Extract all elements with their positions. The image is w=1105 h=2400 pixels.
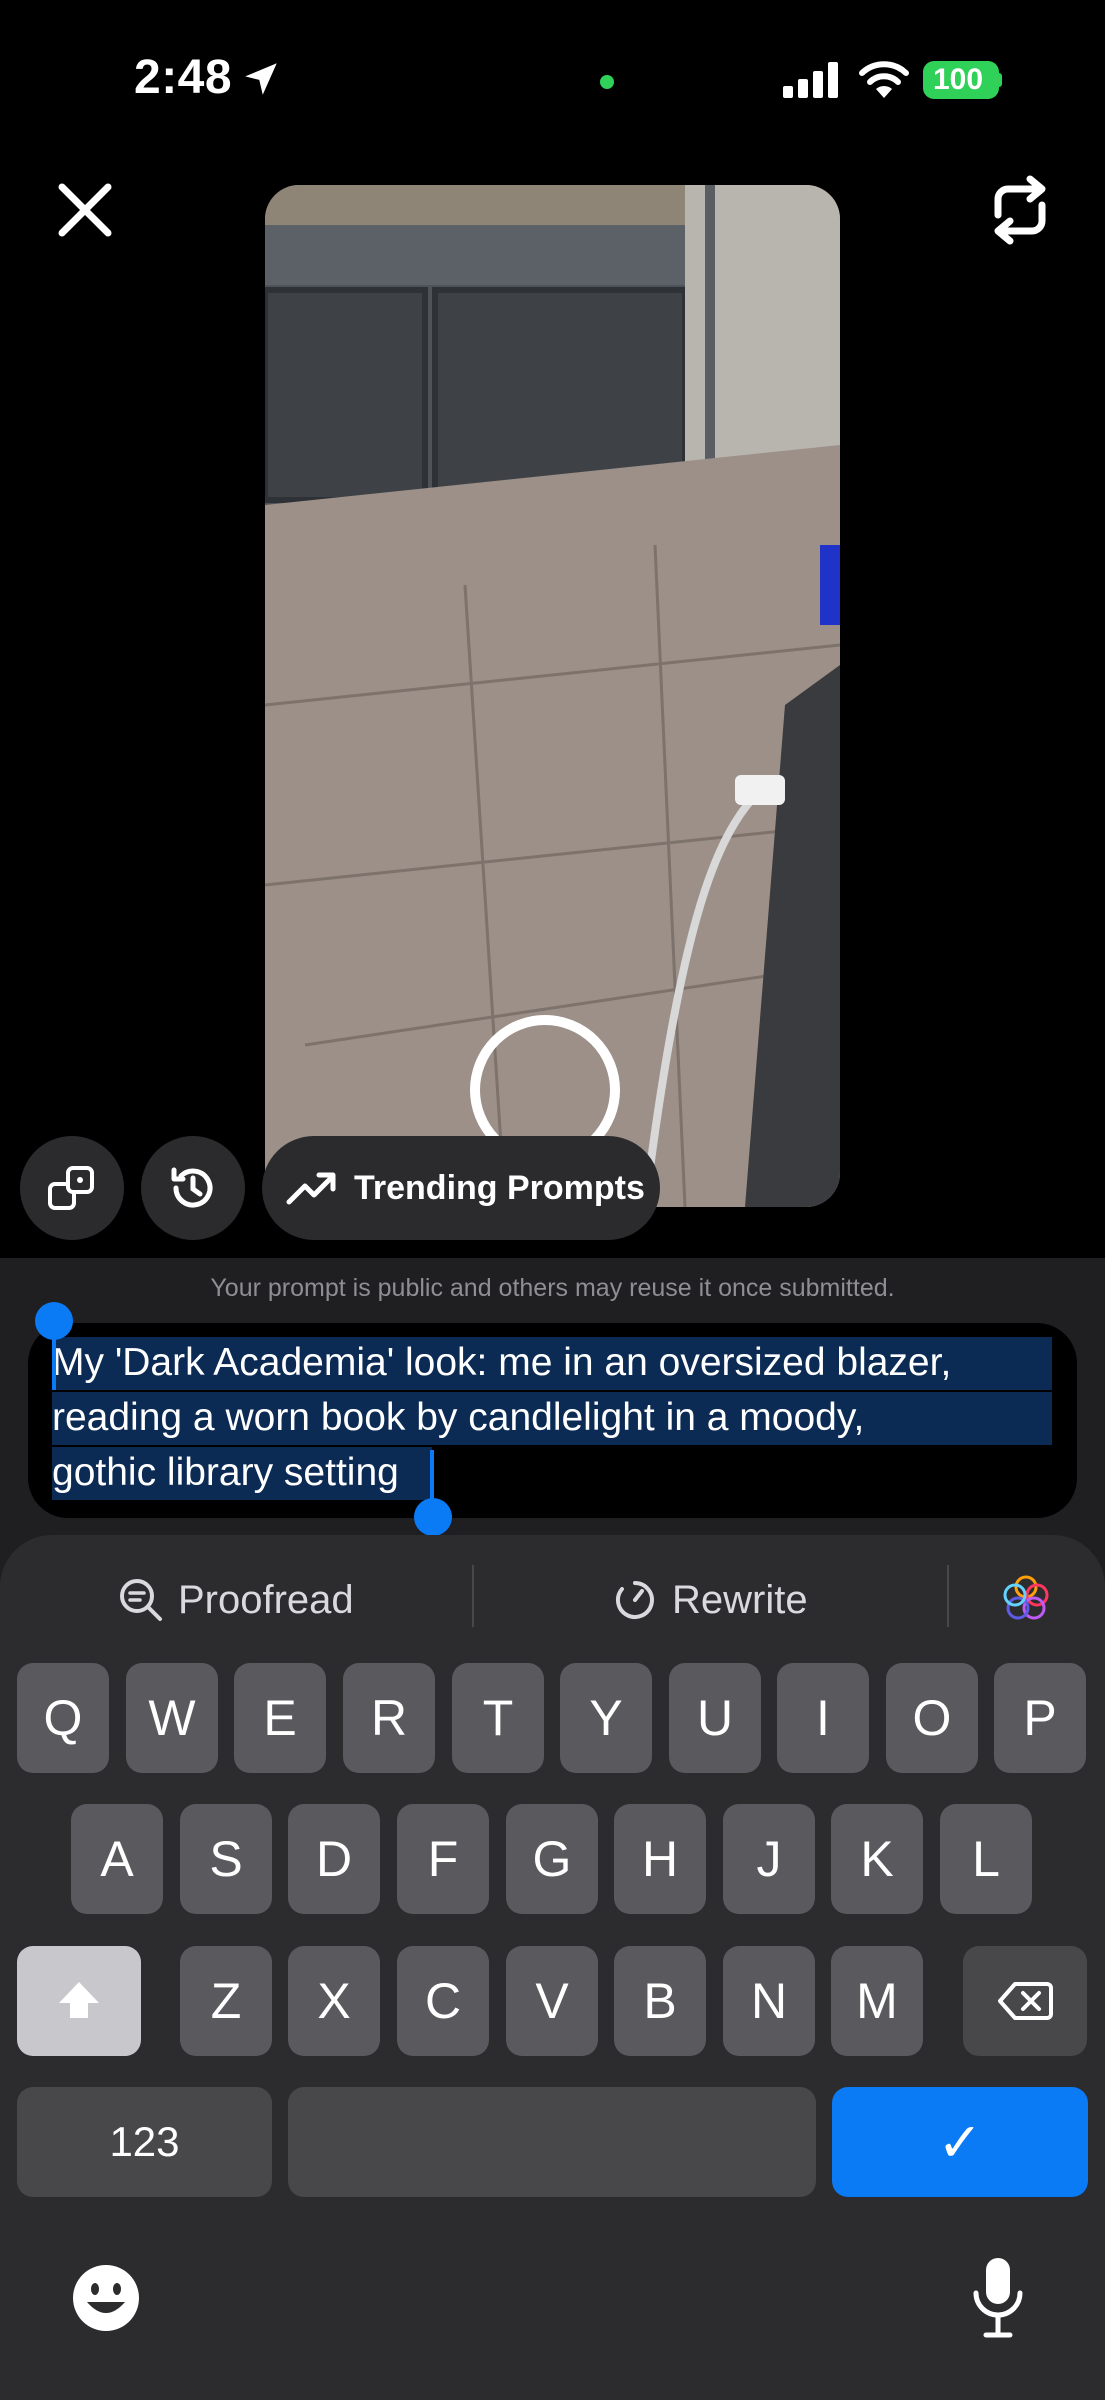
key-d[interactable]: D: [288, 1804, 380, 1914]
key-h[interactable]: H: [614, 1804, 706, 1914]
key-q[interactable]: Q: [17, 1663, 109, 1773]
cellular-signal-icon: [783, 62, 838, 98]
prompt-line: gothic library setting: [52, 1451, 399, 1494]
key-x[interactable]: X: [288, 1946, 380, 2056]
delete-backspace-icon: [998, 1982, 1053, 2020]
key-a[interactable]: A: [71, 1804, 163, 1914]
key-s[interactable]: S: [180, 1804, 272, 1914]
trending-up-icon: [286, 1172, 336, 1205]
prompt-line: My 'Dark Academia' look: me in an oversi…: [52, 1341, 952, 1384]
key-y[interactable]: Y: [560, 1663, 652, 1773]
rewrite-label: Rewrite: [672, 1577, 808, 1622]
key-f[interactable]: F: [397, 1804, 489, 1914]
key-t[interactable]: T: [452, 1663, 544, 1773]
shift-key[interactable]: [17, 1946, 141, 2056]
status-time: 2:48: [134, 51, 233, 104]
key-c[interactable]: C: [397, 1946, 489, 2056]
key-u[interactable]: U: [669, 1663, 761, 1773]
space-key[interactable]: [288, 2087, 816, 2197]
key-z[interactable]: Z: [180, 1946, 272, 2056]
writing-tools-icon[interactable]: [1000, 1573, 1052, 1625]
shift-arrow-icon: [59, 1982, 99, 2018]
key-l[interactable]: L: [940, 1804, 1032, 1914]
location-arrow-icon: [245, 63, 277, 95]
key-b[interactable]: B: [614, 1946, 706, 2056]
camera-in-use-indicator: [600, 75, 614, 89]
selection-start-bar: [52, 1335, 56, 1390]
layers-icon: [48, 1166, 94, 1210]
history-icon: [171, 1167, 213, 1208]
rewrite-button[interactable]: Rewrite: [612, 1565, 808, 1635]
key-v[interactable]: V: [506, 1946, 598, 2056]
key-o[interactable]: O: [886, 1663, 978, 1773]
public-prompt-notice: Your prompt is public and others may reu…: [210, 1274, 895, 1302]
proofread-button[interactable]: Proofread: [118, 1565, 354, 1635]
proofread-icon: [120, 1579, 162, 1621]
key-m[interactable]: M: [831, 1946, 923, 2056]
key-i[interactable]: I: [777, 1663, 869, 1773]
key-e[interactable]: E: [234, 1663, 326, 1773]
prompt-text[interactable]: My 'Dark Academia' look: me in an oversi…: [52, 1335, 1062, 1500]
battery-level: 100: [932, 63, 984, 96]
prompt-line: reading a worn book by candlelight in a …: [52, 1396, 865, 1439]
rewrite-icon: [616, 1581, 654, 1619]
selection-end-handle[interactable]: [414, 1498, 452, 1536]
selection-end-bar: [430, 1450, 434, 1505]
key-n[interactable]: N: [723, 1946, 815, 2056]
close-button[interactable]: [50, 175, 120, 245]
delete-key[interactable]: [963, 1946, 1087, 2056]
tool-divider: [947, 1565, 949, 1627]
key-k[interactable]: K: [831, 1804, 923, 1914]
done-key[interactable]: ✓: [832, 2087, 1088, 2197]
trending-prompts-button[interactable]: Trending Prompts: [262, 1136, 660, 1240]
key-r[interactable]: R: [343, 1663, 435, 1773]
numbers-key[interactable]: 123: [17, 2087, 272, 2197]
microphone-icon[interactable]: [968, 2255, 1028, 2340]
emoji-icon[interactable]: [70, 2262, 142, 2334]
flip-camera-button[interactable]: [980, 175, 1060, 245]
tool-divider: [472, 1565, 474, 1627]
key-j[interactable]: J: [723, 1804, 815, 1914]
wifi-icon: [859, 61, 909, 98]
battery-tip: [996, 73, 1002, 87]
history-button[interactable]: [141, 1136, 245, 1240]
layers-button[interactable]: [20, 1136, 124, 1240]
key-p[interactable]: P: [994, 1663, 1086, 1773]
proofread-label: Proofread: [178, 1577, 354, 1622]
trending-prompts-label: Trending Prompts: [354, 1168, 645, 1207]
key-g[interactable]: G: [506, 1804, 598, 1914]
key-w[interactable]: W: [126, 1663, 218, 1773]
